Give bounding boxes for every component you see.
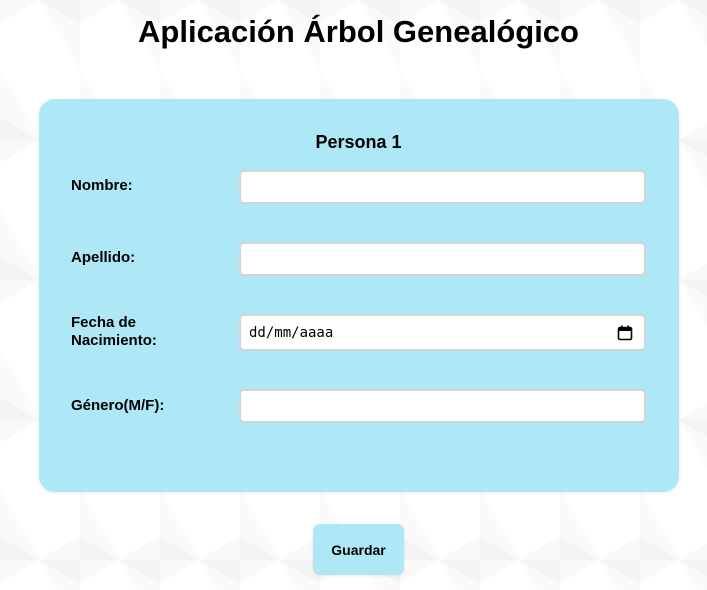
person-form-card (39, 99, 679, 492)
birth-date-label: Fecha de Nacimiento: (71, 314, 157, 349)
name-input[interactable] (239, 170, 646, 204)
calendar-icon[interactable] (616, 324, 634, 342)
birth-date-input[interactable]: dd/mm/aaaa (239, 314, 646, 351)
name-label: Nombre: (71, 177, 133, 194)
gender-input[interactable] (239, 389, 646, 423)
form-title: Persona 1 (315, 132, 402, 152)
gender-label: Género(M/F): (71, 397, 165, 414)
surname-input[interactable] (239, 242, 646, 276)
birth-date-placeholder: dd/mm/aaaa (249, 324, 334, 341)
save-button[interactable]: Guardar (313, 524, 404, 575)
page-title: Aplicación Árbol Genealógico (138, 14, 579, 49)
surname-label: Apellido: (71, 249, 136, 266)
